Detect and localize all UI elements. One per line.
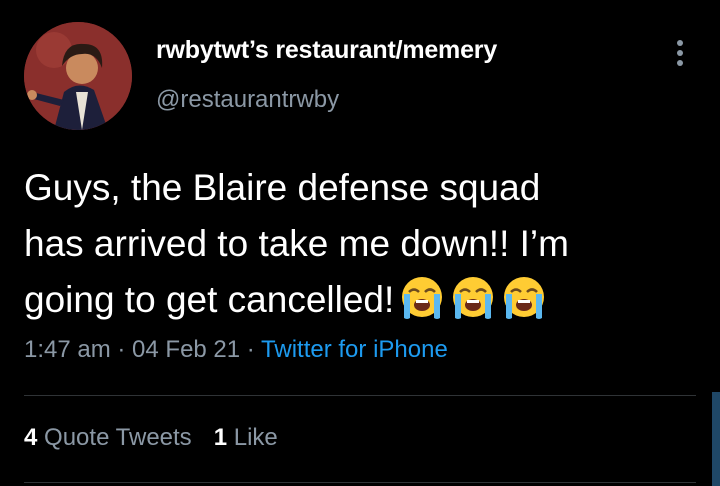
divider: [24, 395, 696, 396]
loudly-crying-face-icon: [453, 277, 494, 319]
loudly-crying-face-icon: [504, 277, 545, 319]
more-options-icon[interactable]: [668, 36, 692, 70]
loudly-crying-face-icon: [402, 277, 443, 319]
like-count: 1: [213, 424, 228, 451]
tweet-date: 04 Feb 21: [132, 336, 241, 363]
scroll-edge: [712, 392, 720, 486]
divider: [24, 482, 696, 483]
emoji-row: [394, 277, 547, 320]
tweet-time: 1:47 am: [24, 336, 111, 363]
likes-stat[interactable]: 1 Like: [214, 424, 278, 451]
tweet-meta: 1:47 am · 04 Feb 21 · Twitter for iPhone: [24, 336, 448, 364]
tweet-text: Guys, the Blaire defense squad has arriv…: [24, 160, 684, 328]
tweet-source-link[interactable]: Twitter for iPhone: [261, 336, 448, 363]
avatar-image: [24, 22, 132, 130]
meta-separator: ·: [240, 336, 262, 363]
like-label: Like: [233, 424, 278, 451]
display-name[interactable]: rwbytwt’s restaurant/memery: [156, 36, 497, 65]
avatar[interactable]: [24, 22, 132, 130]
meta-separator: ·: [110, 336, 133, 363]
quote-label: Quote Tweets: [44, 424, 192, 451]
tweet-stats: 4 Quote Tweets 1 Like: [24, 424, 278, 452]
quote-tweets-stat[interactable]: 4 Quote Tweets: [24, 424, 192, 451]
quote-count: 4: [24, 424, 38, 451]
user-handle[interactable]: @restaurantrwby: [156, 86, 339, 114]
